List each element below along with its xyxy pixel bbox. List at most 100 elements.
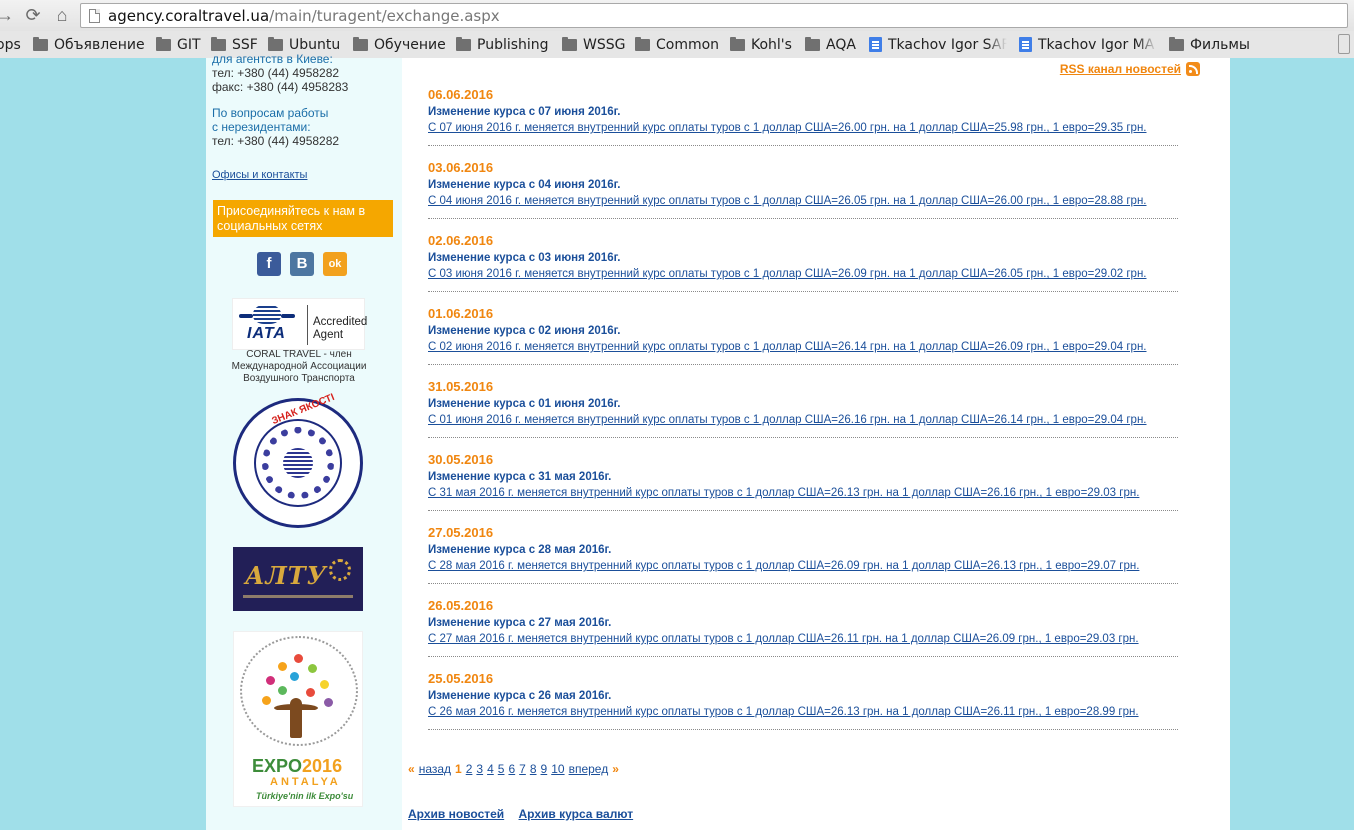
bookmark-5[interactable]: Обучение bbox=[353, 34, 447, 55]
doc-icon bbox=[869, 37, 882, 52]
rss-link[interactable]: RSS канал новостей bbox=[1060, 62, 1200, 76]
news-archive-link[interactable]: Архив новостей bbox=[408, 807, 504, 821]
news-title: Изменение курса с 01 июня 2016г. bbox=[428, 398, 621, 410]
page-link[interactable]: 10 bbox=[551, 762, 564, 776]
news-title: Изменение курса с 26 мая 2016г. bbox=[428, 690, 612, 702]
bookmark-7[interactable]: WSSG bbox=[562, 34, 626, 55]
news-date: 30.05.2016 bbox=[428, 452, 494, 467]
expo-subtitle: ANTALYA bbox=[270, 776, 341, 788]
alty-subtitle-line bbox=[243, 595, 353, 598]
quality-mark-logo[interactable]: ЗНАК ЯКОСТІ bbox=[233, 392, 363, 528]
prev-arrow[interactable]: « bbox=[408, 762, 415, 776]
news-title: Изменение курса с 03 июня 2016г. bbox=[428, 252, 621, 264]
bookmark-label: Common bbox=[656, 36, 720, 53]
news-text-link[interactable]: С 04 июня 2016 г. меняется внутренний ку… bbox=[428, 194, 1147, 208]
bookmark-2[interactable]: GIT bbox=[156, 34, 202, 55]
bookmark-8[interactable]: Common bbox=[635, 34, 721, 55]
page-link[interactable]: 4 bbox=[487, 762, 494, 776]
bookmark-label: Фильмы bbox=[1190, 36, 1250, 53]
news-text-link[interactable]: С 03 июня 2016 г. меняется внутренний ку… bbox=[428, 267, 1147, 281]
news-title: Изменение курса с 02 июня 2016г. bbox=[428, 325, 621, 337]
home-icon[interactable]: ⌂ bbox=[51, 4, 73, 26]
news-item: 02.06.2016 Изменение курса с 03 июня 2016… bbox=[428, 233, 1180, 306]
folder-icon bbox=[353, 36, 368, 51]
news-separator bbox=[428, 218, 1178, 219]
iata-caption: CORAL TRAVEL - член Международной Ассоци… bbox=[231, 349, 367, 384]
bookmark-label: AQA bbox=[826, 36, 856, 53]
odnoklassniki-icon[interactable]: ok bbox=[323, 252, 347, 276]
news-date: 26.05.2016 bbox=[428, 598, 494, 613]
bookmarks-overflow-button[interactable] bbox=[1338, 34, 1350, 54]
bookmark-6[interactable]: Publishing bbox=[456, 34, 552, 55]
page-link[interactable]: 7 bbox=[519, 762, 526, 776]
news-item: 26.05.2016 Изменение курса с 27 мая 2016г… bbox=[428, 598, 1180, 671]
next-link[interactable]: вперед bbox=[569, 762, 609, 776]
fruit-dot bbox=[320, 680, 329, 689]
news-date: 31.05.2016 bbox=[428, 379, 494, 394]
address-bar[interactable]: agency.coraltravel.ua/main/turagent/exch… bbox=[80, 3, 1348, 28]
news-text-link[interactable]: С 02 июня 2016 г. меняется внутренний ку… bbox=[428, 340, 1147, 354]
alty-logo[interactable]: АЛТУ bbox=[233, 547, 363, 611]
news-text-link[interactable]: С 26 мая 2016 г. меняется внутренний кур… bbox=[428, 705, 1139, 719]
expo-2016-logo[interactable]: EXPO2016 ANTALYA Türkiye'nin ilk Expo'su bbox=[233, 631, 363, 807]
vkontakte-icon[interactable]: B bbox=[290, 252, 314, 276]
news-item: 31.05.2016 Изменение курса с 01 июня 2016… bbox=[428, 379, 1180, 452]
pagination: « назад 1 2 3 4 5 6 7 8 9 10 вперед» bbox=[408, 762, 623, 776]
news-item: 06.06.2016 Изменение курса с 07 июня 2016… bbox=[428, 87, 1180, 160]
news-item: 27.05.2016 Изменение курса с 28 мая 2016г… bbox=[428, 525, 1180, 598]
page-link[interactable]: 5 bbox=[498, 762, 505, 776]
page-link[interactable]: 2 bbox=[466, 762, 473, 776]
news-text-link[interactable]: С 27 мая 2016 г. меняется внутренний кур… bbox=[428, 632, 1139, 646]
news-date: 02.06.2016 bbox=[428, 233, 494, 248]
bookmark-9[interactable]: Kohl's bbox=[730, 34, 796, 55]
news-title: Изменение курса с 27 мая 2016г. bbox=[428, 617, 612, 629]
news-item: 01.06.2016 Изменение курса с 02 июня 2016… bbox=[428, 306, 1180, 379]
iata-wing-left bbox=[239, 314, 253, 318]
news-title: Изменение курса с 31 мая 2016г. bbox=[428, 471, 612, 483]
news-text-link[interactable]: С 07 июня 2016 г. меняется внутренний ку… bbox=[428, 121, 1147, 135]
iata-wing-right bbox=[281, 314, 295, 318]
reload-icon[interactable]: ⟳ bbox=[22, 4, 44, 26]
forward-icon[interactable]: → bbox=[0, 4, 16, 26]
social-join-banner: Присоединяйтесь к нам в социальных сетях bbox=[213, 200, 393, 237]
facebook-icon[interactable]: f bbox=[257, 252, 281, 276]
page-link[interactable]: 3 bbox=[476, 762, 483, 776]
page-icon bbox=[89, 9, 100, 23]
folder-icon bbox=[156, 36, 171, 51]
page-link[interactable]: 9 bbox=[541, 762, 548, 776]
news-date: 03.06.2016 bbox=[428, 160, 494, 175]
kiev-contacts-heading: для агентств в Киеве: bbox=[212, 52, 333, 66]
fruit-dot bbox=[278, 662, 287, 671]
news-list: 06.06.2016 Изменение курса с 07 июня 2016… bbox=[428, 87, 1180, 744]
bookmark-10[interactable]: AQA bbox=[805, 34, 861, 55]
star-ornament-icon bbox=[329, 559, 351, 581]
tree-trunk bbox=[290, 698, 302, 738]
news-text-link[interactable]: С 28 мая 2016 г. меняется внутренний кур… bbox=[428, 559, 1139, 573]
news-date: 06.06.2016 bbox=[428, 87, 494, 102]
rss-label[interactable]: RSS канал новостей bbox=[1060, 62, 1181, 76]
next-arrow[interactable]: » bbox=[612, 762, 619, 776]
news-date: 25.05.2016 bbox=[428, 671, 494, 686]
current-page: 1 bbox=[455, 762, 462, 776]
page-link[interactable]: 8 bbox=[530, 762, 537, 776]
news-text-link[interactable]: С 01 июня 2016 г. меняется внутренний ку… bbox=[428, 413, 1147, 427]
bookmark-0[interactable]: ops bbox=[0, 34, 22, 55]
bookmark-13[interactable]: Фильмы bbox=[1169, 34, 1259, 55]
page-link[interactable]: 6 bbox=[508, 762, 515, 776]
url-text[interactable]: agency.coraltravel.ua/main/turagent/exch… bbox=[108, 6, 500, 26]
bookmark-label: ops bbox=[0, 36, 21, 53]
fruit-dot bbox=[294, 654, 303, 663]
news-separator bbox=[428, 145, 1178, 146]
bookmark-1[interactable]: Объявление bbox=[33, 34, 148, 55]
fruit-dot bbox=[262, 696, 271, 705]
news-text-link[interactable]: С 31 мая 2016 г. меняется внутренний кур… bbox=[428, 486, 1139, 500]
rss-icon[interactable] bbox=[1186, 62, 1200, 76]
rates-archive-link[interactable]: Архив курса валют bbox=[519, 807, 634, 821]
offices-contacts-link[interactable]: Офисы и контакты bbox=[212, 168, 307, 182]
nonresident-heading-2: с нерезидентами: bbox=[212, 120, 311, 134]
folder-icon bbox=[805, 36, 820, 51]
prev-link[interactable]: назад bbox=[419, 762, 451, 776]
news-separator bbox=[428, 510, 1178, 511]
iata-accredited-logo[interactable]: IATA Accredited Agent bbox=[232, 298, 367, 350]
sidebar: для агентств в Киеве: тел: +380 (44) 495… bbox=[206, 52, 402, 830]
